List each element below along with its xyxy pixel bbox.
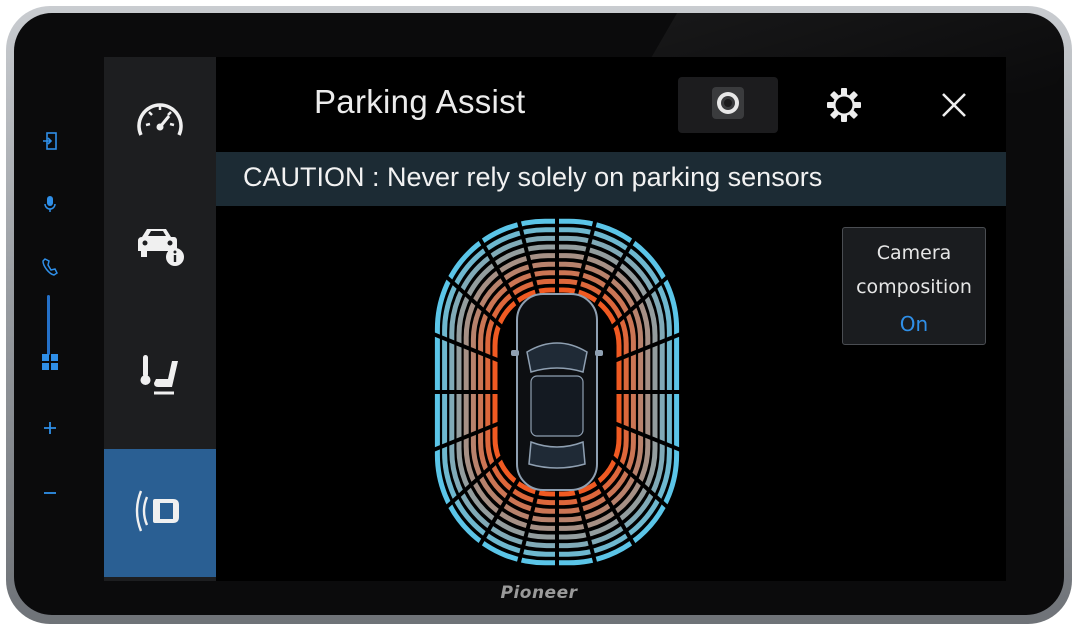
sidebar-item-vehicle-info[interactable]: [104, 185, 216, 313]
sidebar-item-parking-assist[interactable]: [104, 449, 216, 577]
close-button[interactable]: [926, 79, 982, 135]
volume-up-icon[interactable]: [42, 420, 58, 436]
gear-icon: [825, 86, 863, 128]
caution-text: CAUTION : Never rely solely on parking s…: [243, 162, 823, 192]
speedometer-icon: [135, 97, 185, 145]
seat-heater-icon: [134, 349, 186, 405]
device-frame: Parking Assist CAUTION: Never rely sole…: [14, 13, 1064, 615]
parking-sensor-icon: [133, 485, 187, 541]
parking-sensor-display: [417, 192, 697, 581]
volume-down-icon[interactable]: [42, 485, 58, 501]
brand-logo: Pioneer: [500, 583, 578, 603]
camera-composition-label-line2: composition: [856, 276, 972, 298]
header-bar: Parking Assist: [216, 57, 1006, 152]
sidebar-item-seat-climate[interactable]: [104, 313, 216, 441]
sidebar-item-gauges[interactable]: [104, 57, 216, 185]
caution-banner: CAUTION : Never rely solely on parking s…: [216, 152, 1006, 206]
car-top-view: [511, 293, 603, 491]
menu-grid-icon[interactable]: [42, 354, 58, 370]
microphone-icon[interactable]: [42, 196, 58, 212]
display-screen: Parking Assist CAUTION: Never rely sole…: [104, 57, 1006, 581]
settings-button[interactable]: [816, 79, 872, 135]
camera-icon: [710, 85, 746, 125]
camera-view-button[interactable]: [678, 77, 778, 133]
sidebar: [104, 57, 216, 581]
phone-icon[interactable]: [42, 258, 58, 276]
camera-composition-value: On: [899, 312, 929, 336]
camera-composition-button[interactable]: Camera composition On: [842, 227, 986, 345]
close-icon: [940, 91, 968, 123]
camera-composition-label-line1: Camera: [876, 242, 952, 264]
page-title: Parking Assist: [314, 83, 526, 120]
volume-slider-track: [47, 295, 50, 355]
source-icon[interactable]: [42, 132, 58, 150]
car-info-icon: [133, 223, 187, 275]
